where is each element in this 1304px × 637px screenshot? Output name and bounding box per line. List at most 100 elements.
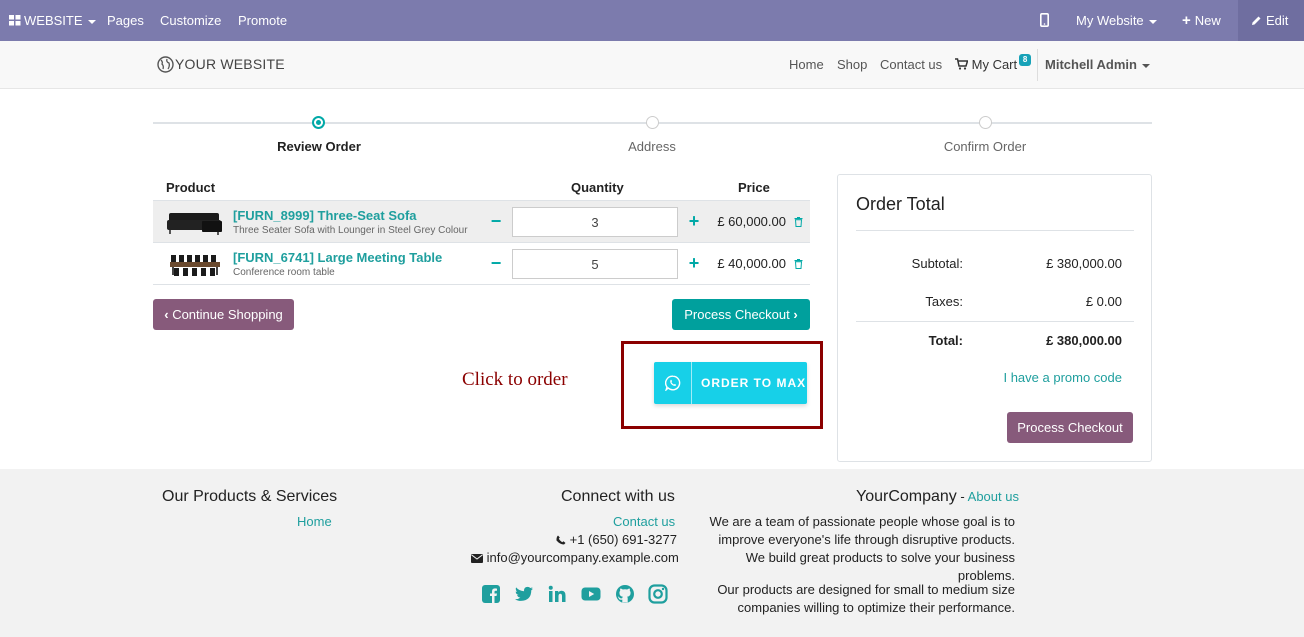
wizard-step-address: Address — [628, 139, 676, 154]
edit-button[interactable]: Edit — [1238, 0, 1304, 41]
footer-products-title: Our Products & Services — [162, 488, 338, 505]
wizard-step-confirm-order: Confirm Order — [943, 139, 1027, 154]
new-button[interactable]: + New — [1182, 0, 1221, 41]
line-price: £ 40,000.00 — [717, 256, 786, 271]
quantity-decrease-button[interactable]: − — [488, 212, 504, 230]
footer-about-link[interactable]: About us — [968, 489, 1019, 504]
pencil-icon — [1252, 16, 1261, 25]
product-image-sofa[interactable] — [166, 207, 224, 237]
footer-contact-link[interactable]: Contact us — [613, 514, 675, 529]
app-menu-button[interactable]: WEBSITE — [9, 0, 96, 41]
nav-contact[interactable]: Contact us — [880, 57, 942, 72]
card-divider — [856, 321, 1134, 322]
footer-phone: +1 (650) 691-3277 — [556, 532, 677, 547]
instagram-icon[interactable] — [648, 584, 668, 604]
logo-text: YOUR WEBSITE — [175, 56, 285, 72]
mobile-icon — [1040, 13, 1050, 27]
product-link[interactable]: [FURN_8999] Three-Seat Sofa — [233, 208, 417, 223]
promo-code-link[interactable]: I have a promo code — [1003, 370, 1122, 385]
wizard-step-dot-address — [646, 116, 659, 129]
footer: Our Products & Services Home Connect wit… — [0, 469, 1304, 637]
facebook-icon[interactable] — [481, 584, 501, 604]
footer-email: info@yourcompany.example.com — [471, 550, 679, 565]
pages-menu[interactable]: Pages — [107, 0, 144, 41]
annotation-text: Click to order — [462, 369, 568, 390]
whatsapp-order-button[interactable]: ORDER TO MAX — [654, 362, 807, 404]
footer-about-text: We are a team of passionate people whose… — [709, 514, 1015, 583]
quantity-increase-button[interactable]: + — [686, 212, 702, 230]
customize-menu[interactable]: Customize — [160, 0, 221, 41]
wizard-step-dot-review — [312, 116, 325, 129]
continue-shopping-label: Continue Shopping — [172, 307, 283, 322]
mobile-preview-button[interactable] — [1040, 0, 1050, 41]
subtotal-label: Subtotal: — [911, 256, 963, 271]
subtotal-value: £ 380,000.00 — [1046, 256, 1122, 271]
admin-bar: WEBSITE Pages Customize Promote My Websi… — [0, 0, 1304, 41]
chevron-down-icon — [1148, 19, 1157, 24]
line-price: £ 60,000.00 — [717, 214, 786, 229]
linkedin-icon[interactable] — [547, 584, 567, 604]
apps-grid-icon — [9, 15, 21, 26]
footer-home-link[interactable]: Home — [297, 514, 332, 529]
footer-company-heading: YourCompany - About us — [856, 488, 1019, 506]
footer-phone-text: +1 (650) 691-3277 — [569, 532, 677, 547]
wizard-step-dot-confirm — [979, 116, 992, 129]
cart-count-badge: 8 — [1019, 54, 1032, 66]
chevron-right-icon: › — [793, 307, 798, 322]
table-row: [FURN_6741] Large Meeting Table Conferen… — [153, 243, 810, 285]
product-link[interactable]: [FURN_6741] Large Meeting Table — [233, 250, 442, 265]
promote-menu[interactable]: Promote — [238, 0, 287, 41]
product-description: Conference room table — [233, 267, 335, 278]
card-divider — [856, 230, 1134, 231]
order-total-title: Order Total — [856, 194, 945, 214]
order-total-card: Order Total Subtotal: £ 380,000.00 Taxes… — [837, 174, 1152, 462]
card-process-checkout-button[interactable]: Process Checkout — [1007, 412, 1133, 443]
column-header-price: Price — [738, 180, 770, 195]
globe-icon — [157, 56, 174, 73]
edit-label: Edit — [1266, 13, 1289, 28]
phone-icon — [556, 535, 566, 545]
plus-icon: + — [1182, 12, 1191, 29]
process-checkout-button[interactable]: Process Checkout › — [672, 299, 810, 330]
website-select-label: My Website — [1076, 13, 1144, 28]
cart-label: My Cart — [971, 57, 1018, 72]
whatsapp-icon-container — [654, 362, 692, 404]
footer-about-text-2: Our products are designed for small to m… — [717, 582, 1015, 615]
product-image-meeting-table[interactable] — [166, 249, 224, 279]
website-select[interactable]: My Website — [1076, 0, 1157, 41]
process-checkout-label: Process Checkout — [684, 307, 790, 322]
trash-icon[interactable] — [794, 217, 803, 227]
user-menu[interactable]: Mitchell Admin — [1045, 57, 1150, 72]
nav-my-cart[interactable]: My Cart 8 — [955, 54, 1032, 73]
quantity-increase-button[interactable]: + — [686, 254, 702, 272]
envelope-icon — [471, 554, 483, 563]
new-label: New — [1194, 13, 1221, 28]
app-menu-label: WEBSITE — [24, 13, 83, 28]
quantity-input[interactable] — [512, 207, 678, 237]
continue-shopping-button[interactable]: ‹ Continue Shopping — [153, 299, 294, 330]
whatsapp-button-label: ORDER TO MAX — [701, 376, 807, 390]
nav-home[interactable]: Home — [789, 57, 824, 72]
total-label: Total: — [928, 333, 963, 348]
chevron-down-icon — [87, 19, 96, 24]
footer-email-text: info@yourcompany.example.com — [486, 550, 679, 565]
trash-icon[interactable] — [794, 259, 803, 269]
nav-divider — [1037, 49, 1038, 81]
product-description: Three Seater Sofa with Lounger in Steel … — [233, 225, 468, 236]
table-row: [FURN_8999] Three-Seat Sofa Three Seater… — [153, 201, 810, 243]
cart-icon — [955, 58, 969, 70]
footer-connect-title: Connect with us — [561, 488, 675, 505]
github-icon[interactable] — [615, 584, 635, 604]
footer-company-separator: - — [956, 489, 968, 504]
user-name: Mitchell Admin — [1045, 57, 1137, 72]
site-header: YOUR WEBSITE Home Shop Contact us My Car… — [0, 41, 1304, 89]
quantity-decrease-button[interactable]: − — [488, 254, 504, 272]
nav-shop[interactable]: Shop — [837, 57, 867, 72]
quantity-input[interactable] — [512, 249, 678, 279]
twitter-icon[interactable] — [514, 584, 534, 604]
youtube-icon[interactable] — [581, 584, 601, 604]
site-logo[interactable]: YOUR WEBSITE — [157, 56, 285, 73]
taxes-label: Taxes: — [925, 294, 963, 309]
taxes-value: £ 0.00 — [1085, 294, 1122, 309]
wizard-step-review-order: Review Order — [277, 139, 361, 154]
